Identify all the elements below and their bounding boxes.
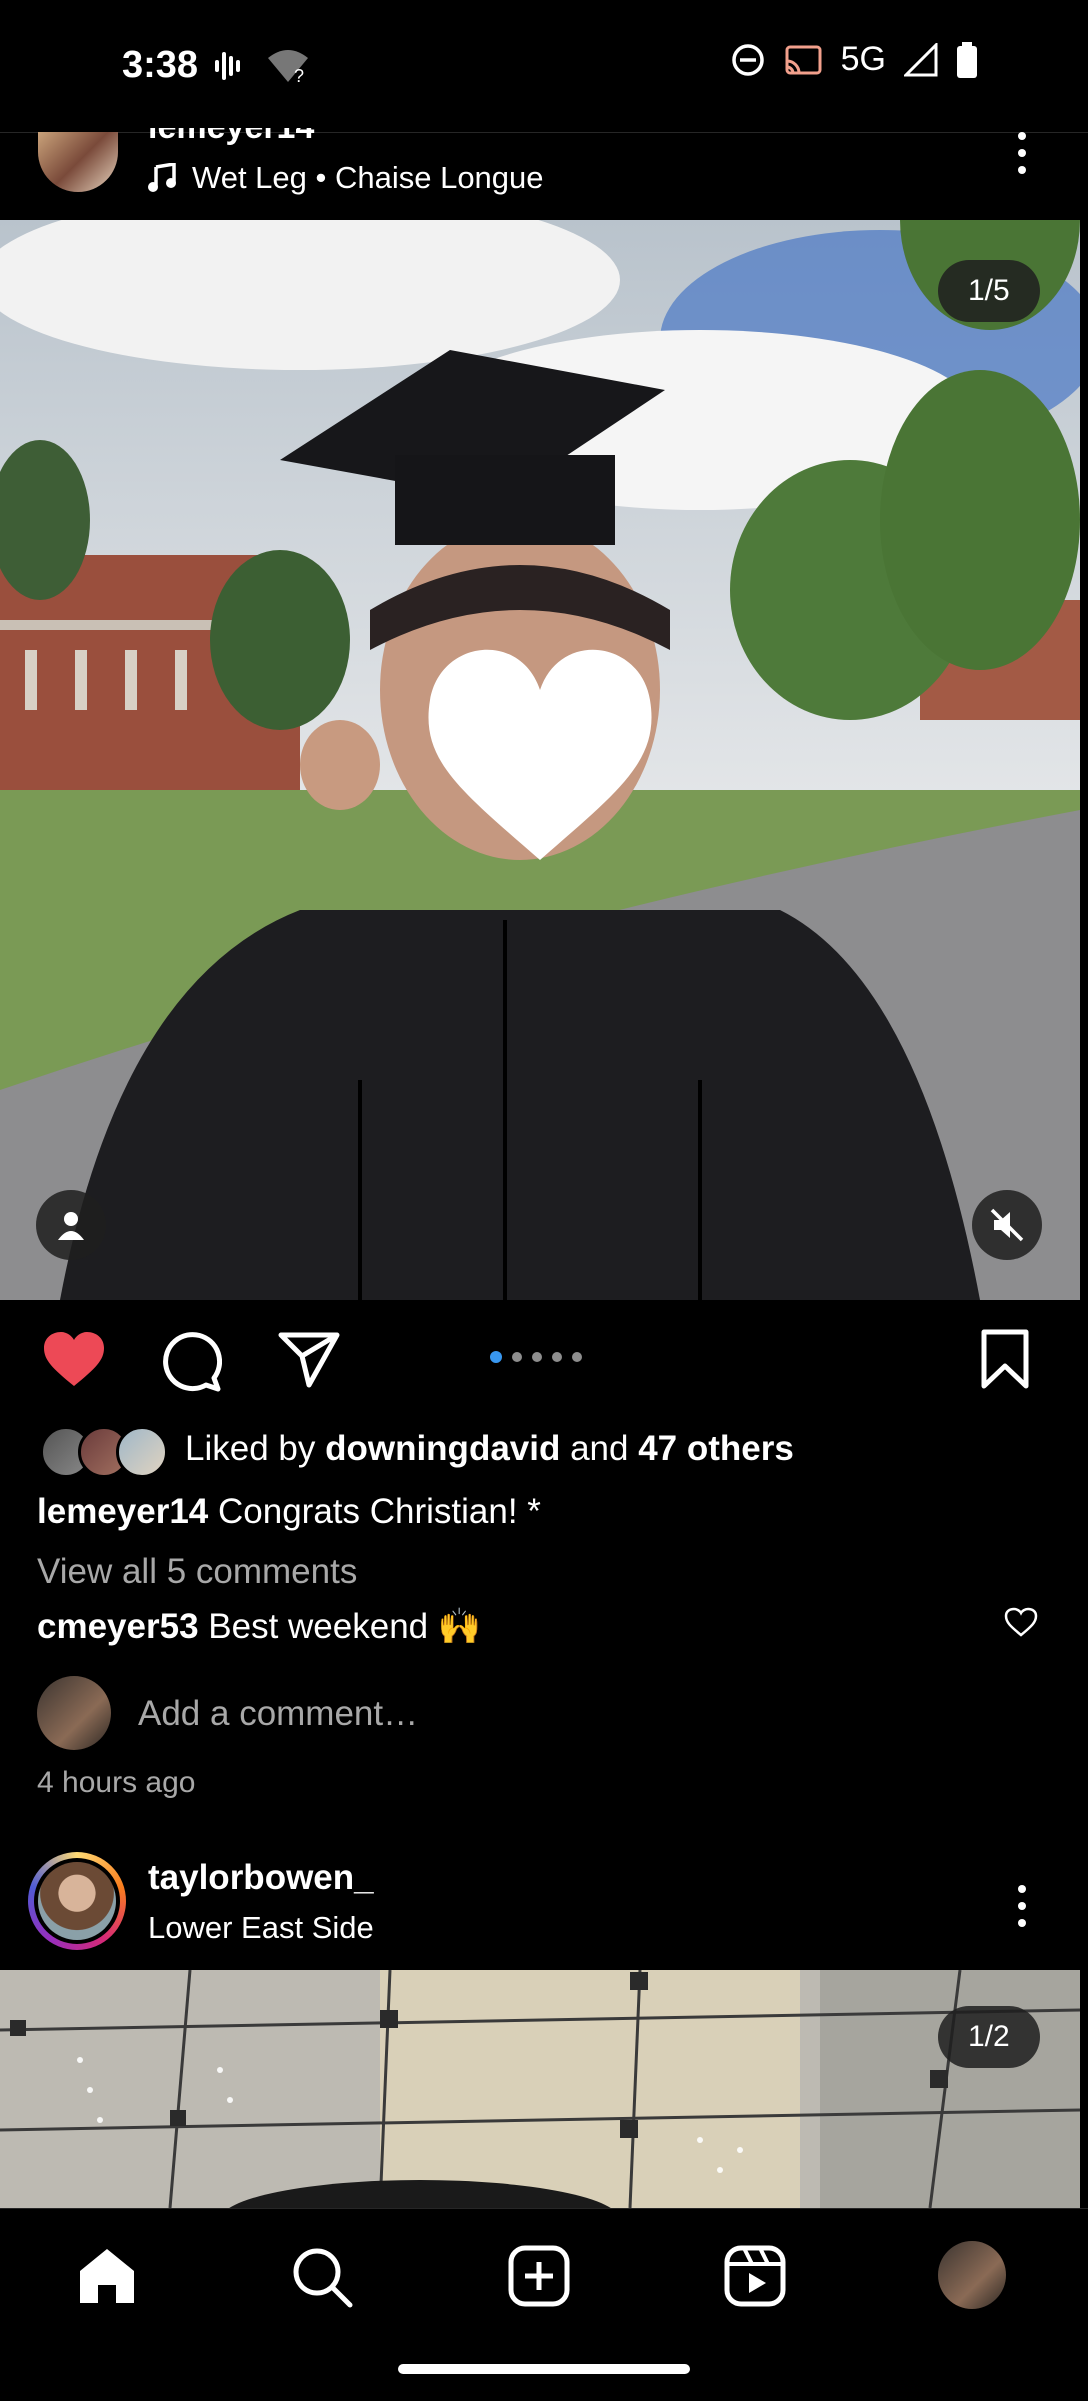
- add-comment-input[interactable]: Add a comment…: [138, 1694, 418, 1734]
- comment-username[interactable]: cmeyer53: [37, 1607, 199, 1646]
- home-indicator[interactable]: [398, 2364, 690, 2374]
- speaker-muted-icon: [990, 1208, 1024, 1242]
- do-not-disturb-icon: [731, 43, 764, 76]
- like-heart-icon[interactable]: [42, 1330, 106, 1388]
- tagged-users-button[interactable]: [36, 1190, 106, 1260]
- view-comments-link[interactable]: View all 5 comments: [37, 1552, 357, 1592]
- cast-icon: [785, 45, 822, 74]
- post2-photo[interactable]: 1/2: [0, 1970, 1080, 2208]
- save-bookmark-icon[interactable]: [980, 1328, 1030, 1390]
- network-type: 5G: [840, 40, 886, 78]
- post2-avatar-ring[interactable]: [28, 1852, 126, 1950]
- post1-music[interactable]: Wet Leg • Chaise Longue: [148, 160, 544, 196]
- graduation-photo: [0, 220, 1080, 1300]
- person-icon: [58, 1212, 84, 1240]
- reels-icon[interactable]: [724, 2245, 786, 2307]
- post2-username[interactable]: taylorbowen_: [148, 1858, 374, 1898]
- current-user-avatar: [37, 1676, 111, 1750]
- post2-avatar: [38, 1862, 116, 1940]
- post2-media-counter: 1/2: [938, 2006, 1040, 2068]
- likes-summary[interactable]: Liked by downingdavid and 47 others: [185, 1429, 794, 1469]
- wifi-question-icon: ?: [268, 50, 308, 84]
- signal-icon: [904, 42, 938, 76]
- carousel-dot: [532, 1352, 542, 1362]
- status-bar: 3:38 ? 5G: [0, 0, 1088, 132]
- comment-icon[interactable]: [160, 1330, 222, 1392]
- liked-by-others[interactable]: 47 others: [638, 1429, 794, 1468]
- status-right-group: 5G: [731, 40, 978, 79]
- post-timestamp: 4 hours ago: [37, 1766, 196, 1799]
- caption-text: Congrats Christian! *: [208, 1492, 541, 1531]
- media-counter-badge: 1/5: [938, 260, 1040, 322]
- liker-avatars[interactable]: [40, 1426, 168, 1478]
- battery-icon: [957, 41, 977, 78]
- carousel-dot: [572, 1352, 582, 1362]
- svg-text:?: ?: [294, 66, 304, 84]
- post2-location[interactable]: Lower East Side: [148, 1910, 374, 1946]
- carousel-dot: [490, 1351, 502, 1363]
- music-note-icon: [148, 163, 176, 192]
- home-icon[interactable]: [76, 2245, 138, 2307]
- voicemail-icon: [215, 52, 240, 80]
- music-label: Wet Leg • Chaise Longue: [192, 160, 544, 195]
- share-icon[interactable]: [278, 1330, 340, 1388]
- post1-photo[interactable]: 1/5: [0, 220, 1080, 1300]
- post1-more-button[interactable]: [1017, 132, 1027, 174]
- liked-by-and: and: [560, 1429, 639, 1468]
- status-time: 3:38: [122, 44, 199, 86]
- liked-by-prefix: Liked by: [185, 1429, 326, 1468]
- avatar: [116, 1426, 168, 1478]
- profile-icon[interactable]: [938, 2241, 1006, 2309]
- search-icon[interactable]: [290, 2245, 354, 2309]
- post1-avatar[interactable]: [38, 132, 118, 192]
- carousel-dot: [512, 1352, 522, 1362]
- post1-caption: lemeyer14 Congrats Christian! *: [37, 1492, 541, 1532]
- post2-more-button[interactable]: [1017, 1885, 1027, 1927]
- carousel-dot: [552, 1352, 562, 1362]
- mute-button[interactable]: [972, 1190, 1042, 1260]
- liked-by-user[interactable]: downingdavid: [325, 1429, 560, 1468]
- glass-ceiling-photo: [0, 1970, 1080, 2208]
- comment-text: Best weekend 🙌: [198, 1607, 482, 1646]
- caption-username[interactable]: lemeyer14: [37, 1492, 208, 1531]
- carousel-indicator: [490, 1351, 582, 1363]
- comment-row: cmeyer53 Best weekend 🙌: [37, 1606, 481, 1647]
- comment-like-icon[interactable]: [1004, 1607, 1038, 1637]
- create-icon[interactable]: [508, 2245, 570, 2307]
